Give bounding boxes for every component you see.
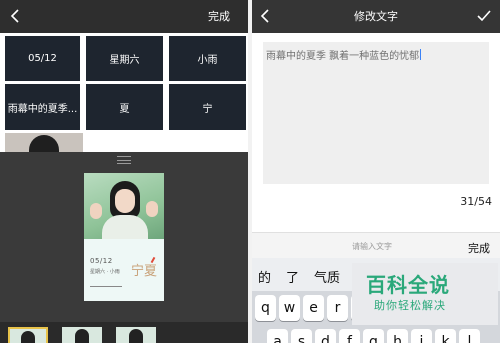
back-arrow-icon[interactable] bbox=[8, 8, 22, 24]
text-field-grid: 05/12 星期六 小雨 雨幕中的夏季... 夏 宁 bbox=[5, 36, 246, 132]
field-date[interactable]: 05/12 bbox=[5, 36, 80, 81]
thumbnail-3[interactable] bbox=[116, 327, 156, 343]
field-weather[interactable]: 小雨 bbox=[169, 36, 246, 81]
key-h[interactable]: h bbox=[387, 329, 408, 343]
watermark-logo: 百科全说 助你轻松解决 bbox=[352, 263, 498, 325]
field-caption[interactable]: 雨幕中的夏季... bbox=[5, 84, 80, 130]
key-s[interactable]: s bbox=[291, 329, 312, 343]
card-big-text: 宁夏 bbox=[131, 264, 158, 279]
candidate-1[interactable]: 的 bbox=[258, 267, 271, 286]
input-placeholder: 请输入文字 bbox=[352, 242, 392, 251]
text-input-area[interactable]: 雨幕中的夏季 飘着一种蓝色的忧郁 bbox=[263, 42, 489, 184]
key-g[interactable]: g bbox=[363, 329, 384, 343]
checkmark-icon[interactable] bbox=[476, 9, 492, 23]
card-date: 05/12 bbox=[90, 257, 113, 265]
key-j[interactable]: j bbox=[411, 329, 432, 343]
key-f[interactable]: f bbox=[339, 329, 360, 343]
drag-handle-icon[interactable] bbox=[117, 156, 131, 164]
card-underline bbox=[90, 286, 122, 287]
preview-card[interactable]: 05/12 星期六 · 小雨 宁夏 bbox=[84, 173, 164, 301]
key-r[interactable]: r bbox=[327, 295, 348, 321]
left-top-bar: 完成 bbox=[0, 0, 248, 33]
field-char-1[interactable]: 夏 bbox=[86, 84, 163, 130]
key-q[interactable]: q bbox=[255, 295, 276, 321]
photo-peek bbox=[5, 133, 83, 153]
char-counter: 31/54 bbox=[460, 195, 492, 208]
candidate-2[interactable]: 了 bbox=[286, 267, 299, 286]
done-button[interactable]: 完成 bbox=[208, 8, 230, 24]
keyboard-input-bar: 请输入文字 完成 bbox=[252, 232, 500, 258]
watermark-subtitle: 助你轻松解决 bbox=[374, 299, 446, 312]
screenshot-root: 完成 05/12 星期六 小雨 雨幕中的夏季... 夏 宁 05/12 星期六 … bbox=[0, 0, 500, 343]
key-k[interactable]: k bbox=[435, 329, 456, 343]
watermark-title: 百科全说 bbox=[366, 273, 450, 297]
field-char-2[interactable]: 宁 bbox=[169, 84, 246, 130]
key-d[interactable]: d bbox=[315, 329, 336, 343]
key-e[interactable]: e bbox=[303, 295, 324, 321]
key-a[interactable]: a bbox=[267, 329, 288, 343]
edit-text-panel: 修改文字 雨幕中的夏季 飘着一种蓝色的忧郁 31/54 请输入文字 完成 的 了… bbox=[252, 0, 500, 343]
text-value: 雨幕中的夏季 飘着一种蓝色的忧郁 bbox=[266, 49, 422, 62]
template-editor-panel: 完成 05/12 星期六 小雨 雨幕中的夏季... 夏 宁 05/12 星期六 … bbox=[0, 0, 248, 343]
text-caret bbox=[420, 49, 422, 60]
thumbnail-1-selected[interactable] bbox=[8, 327, 48, 343]
right-top-bar: 修改文字 bbox=[252, 0, 500, 33]
page-title: 修改文字 bbox=[354, 10, 398, 23]
thumbnail-2[interactable] bbox=[62, 327, 102, 343]
hair-shape bbox=[29, 135, 59, 153]
candidate-3[interactable]: 气质 bbox=[314, 267, 340, 286]
key-w[interactable]: w bbox=[279, 295, 300, 321]
field-weekday[interactable]: 星期六 bbox=[86, 36, 163, 81]
preview-photo bbox=[84, 173, 164, 239]
key-l[interactable]: l bbox=[459, 329, 480, 343]
card-subtitle: 星期六 · 小雨 bbox=[90, 269, 120, 275]
keyboard-done-button[interactable]: 完成 bbox=[468, 240, 490, 256]
